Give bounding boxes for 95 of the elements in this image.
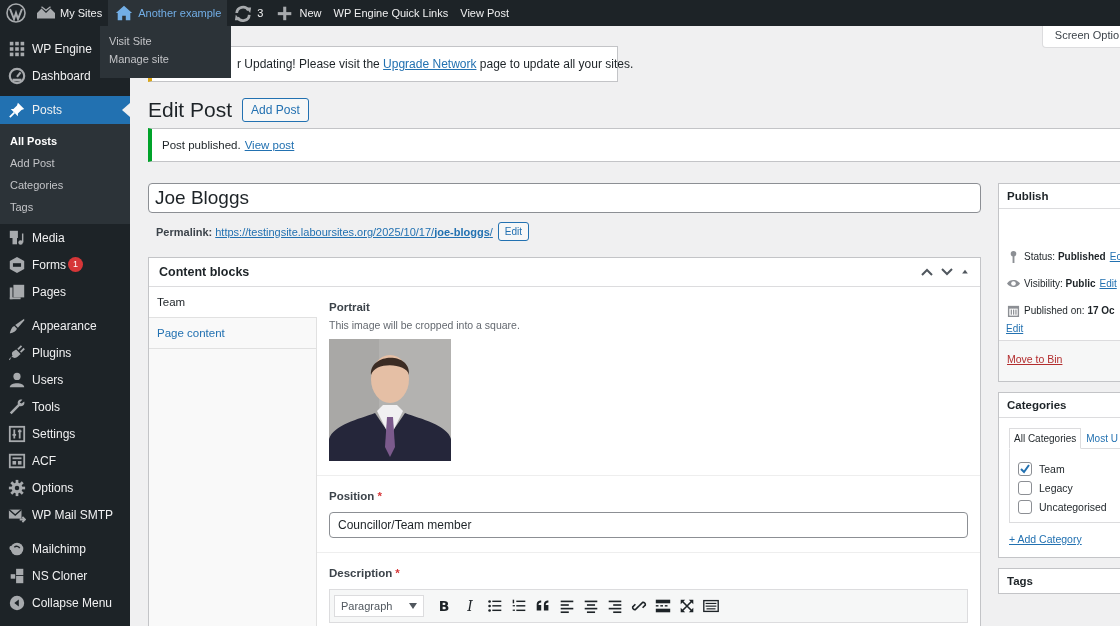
- user-icon: [8, 370, 26, 389]
- form-icon: [8, 255, 26, 274]
- checkbox[interactable]: [1018, 480, 1032, 495]
- brush-icon: [8, 316, 26, 335]
- toolbar-link[interactable]: Another example: [108, 0, 228, 26]
- toolbar-link[interactable]: View Post: [454, 0, 515, 26]
- wordpress-logo-icon[interactable]: [6, 3, 26, 23]
- gauge-icon: [8, 66, 26, 85]
- plug-icon: [8, 343, 26, 362]
- table-icon: [8, 451, 26, 470]
- sliders-icon: [8, 424, 26, 443]
- menu-item[interactable]: Settings: [0, 420, 130, 447]
- keyboard-icon[interactable]: [702, 597, 720, 615]
- bullet-list-icon[interactable]: [486, 597, 504, 615]
- required-mark: *: [395, 567, 400, 579]
- field-label: Position: [329, 490, 375, 502]
- edit-link[interactable]: Edit: [1006, 323, 1024, 334]
- menu-item[interactable]: Appearance: [0, 312, 130, 339]
- permalink-label: Permalink:: [156, 225, 213, 238]
- menu-item[interactable]: Tools: [0, 393, 130, 420]
- upgrade-network-link[interactable]: Upgrade Network: [383, 57, 477, 71]
- collapse-icon: [8, 593, 26, 612]
- page-title: Edit Post: [148, 98, 233, 122]
- calendar-icon: [1007, 304, 1020, 317]
- position-field[interactable]: Councillor/Team member: [329, 512, 968, 538]
- media-icon: [8, 228, 26, 247]
- field-label: Portrait: [329, 301, 370, 313]
- category-tab[interactable]: All Categories: [1009, 428, 1082, 449]
- toolbar-link[interactable]: My Sites: [30, 0, 109, 26]
- menu-item[interactable]: Pages: [0, 278, 130, 305]
- category-tab[interactable]: Most U: [1081, 428, 1120, 449]
- category-label: Team: [1039, 462, 1065, 475]
- layout-tab[interactable]: Page content: [149, 318, 316, 349]
- panel-title: Publish: [1007, 190, 1049, 202]
- publish-setting: Published on: 17 Oc: [1024, 305, 1115, 316]
- home-icon: [114, 4, 135, 22]
- panel-title: Tags: [1007, 575, 1033, 587]
- checkbox[interactable]: [1018, 461, 1032, 476]
- add-category-link[interactable]: + Add Category: [999, 523, 1120, 557]
- publish-setting: Status: Published: [1024, 251, 1106, 262]
- field-instructions: This image will be cropped into a square.: [329, 319, 521, 331]
- caret-icon: [409, 603, 417, 609]
- gear-icon: [8, 478, 26, 497]
- submenu-item[interactable]: Add Post: [0, 152, 130, 174]
- count-badge: 1: [68, 257, 83, 272]
- toolbar-link[interactable]: 3: [227, 0, 270, 26]
- notice-text: Post published.: [162, 139, 241, 151]
- menu-item[interactable]: ACF: [0, 447, 130, 474]
- title-field[interactable]: Joe Bloggs: [148, 183, 981, 213]
- edit-link[interactable]: Edit: [1099, 278, 1117, 289]
- panel-title: Content blocks: [159, 265, 250, 279]
- add-post-button[interactable]: Add Post: [242, 98, 309, 122]
- submenu-item[interactable]: Categories: [0, 174, 130, 196]
- move-to-bin-link[interactable]: Move to Bin: [1007, 353, 1063, 365]
- layout-tab[interactable]: Team: [149, 287, 317, 318]
- dropdown-item[interactable]: Manage site: [100, 50, 231, 68]
- required-mark: *: [377, 490, 382, 502]
- checkbox[interactable]: [1018, 499, 1032, 514]
- fullscreen-icon[interactable]: [678, 597, 696, 615]
- menu-item[interactable]: Users: [0, 366, 130, 393]
- field-label: Description: [329, 567, 393, 579]
- format-select[interactable]: Paragraph: [334, 595, 424, 617]
- squares-icon: [8, 566, 26, 585]
- notice-text: r Updating! Please visit the Upgrade Network page to update all your sites.: [237, 57, 634, 71]
- menu-item[interactable]: Posts: [0, 96, 130, 124]
- bold-button[interactable]: B: [434, 596, 454, 616]
- category-label: Uncategorised: [1039, 500, 1107, 513]
- screen-options-tab[interactable]: Screen Optio: [1041, 26, 1120, 48]
- submenu-item[interactable]: Tags: [0, 196, 130, 218]
- view-post-link[interactable]: View post: [244, 139, 295, 151]
- italic-button[interactable]: I: [460, 596, 480, 616]
- menu-item[interactable]: Plugins: [0, 339, 130, 366]
- publish-setting: Visibility: Public: [1024, 278, 1096, 289]
- pushpin-icon: [8, 101, 26, 119]
- edit-button[interactable]: Edit: [497, 222, 530, 241]
- menu-item[interactable]: WP Mail SMTP: [0, 501, 130, 528]
- pages-icon: [8, 282, 26, 301]
- submenu-item[interactable]: All Posts: [0, 130, 130, 152]
- read-more-icon[interactable]: [654, 597, 672, 615]
- menu-item[interactable]: Forms 1: [0, 251, 130, 278]
- toolbar-link[interactable]: WP Engine Quick Links: [327, 0, 455, 26]
- menu-item[interactable]: Media: [0, 224, 130, 251]
- menu-item[interactable]: Options: [0, 474, 130, 501]
- dropdown-item[interactable]: Visit Site: [100, 32, 231, 50]
- permalink-link[interactable]: https://testingsite.laboursites.org/2025/10/17/joe-bloggs/: [215, 225, 493, 238]
- eye-icon: [1007, 277, 1020, 290]
- category-label: Legacy: [1039, 481, 1073, 494]
- menu-item[interactable]: Mailchimp: [0, 535, 130, 562]
- grid-icon: [8, 39, 26, 58]
- wrench-icon: [8, 397, 26, 416]
- panel-title: Categories: [1007, 399, 1067, 411]
- menu-item[interactable]: Collapse Menu: [0, 589, 130, 616]
- menu-item[interactable]: NS Cloner: [0, 562, 130, 589]
- toolbar-link[interactable]: New: [269, 0, 328, 26]
- refresh-icon: [233, 4, 254, 22]
